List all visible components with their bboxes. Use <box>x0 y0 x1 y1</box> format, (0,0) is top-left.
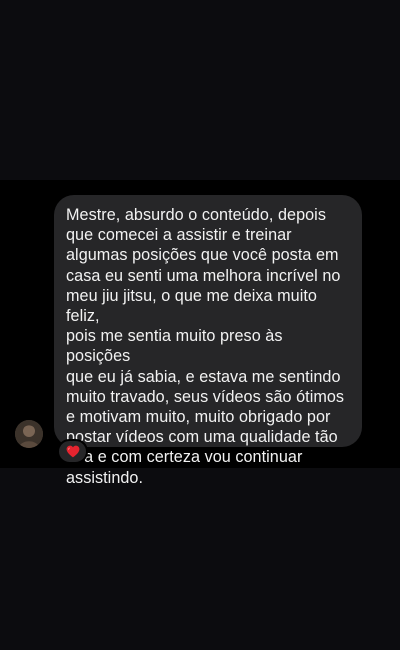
avatar-image <box>15 420 43 448</box>
heart-icon <box>66 445 79 458</box>
top-empty-area <box>0 0 400 180</box>
message-bubble[interactable]: Mestre, absurdo o conteúdo, depois que c… <box>54 195 362 487</box>
reaction-badge[interactable] <box>57 439 88 464</box>
chat-screen: Mestre, absurdo o conteúdo, depois que c… <box>0 0 400 650</box>
bottom-empty-area <box>0 468 400 650</box>
sender-avatar[interactable] <box>15 420 43 448</box>
